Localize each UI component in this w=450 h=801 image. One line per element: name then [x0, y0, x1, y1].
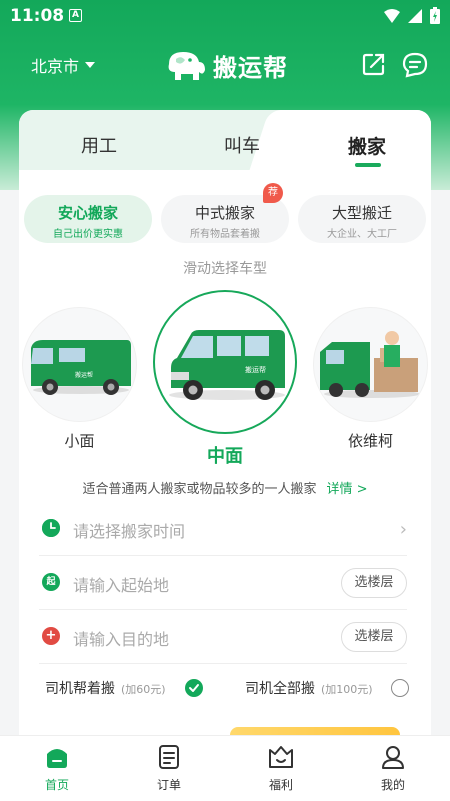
vehicle-medium-van[interactable]: 搬运帮 中面: [153, 290, 297, 468]
a-icon: A: [69, 9, 82, 22]
share-button[interactable]: [362, 52, 386, 80]
swipe-hint: 滑动选择车型: [183, 261, 267, 277]
details-link[interactable]: 详情 >: [326, 482, 367, 497]
message-button[interactable]: [402, 52, 428, 82]
vehicle-small-van[interactable]: 搬运帮 小面: [22, 307, 137, 451]
bottom-nav: 首页 订单 福利 我的: [0, 735, 450, 801]
nav-orders[interactable]: 订单: [139, 744, 199, 793]
status-time: 11:08: [10, 6, 65, 26]
share-icon: [362, 53, 385, 76]
checked-icon[interactable]: [185, 679, 203, 697]
end-point-icon: +: [42, 627, 60, 645]
recommend-badge: 荐: [263, 183, 283, 203]
logo-text: 搬运帮: [213, 54, 288, 82]
home-icon: [47, 749, 67, 768]
message-icon: [402, 52, 428, 78]
start-address-field[interactable]: 起 请输入起始地 选楼层: [39, 556, 407, 610]
vehicle-iveco[interactable]: 依维柯: [313, 307, 428, 451]
end-floor-button[interactable]: 选楼层: [341, 622, 407, 652]
welfare-icon: [269, 746, 293, 768]
status-bar: 11:08 A: [0, 0, 450, 32]
chevron-right-icon: ›: [399, 519, 407, 540]
service-pill-anxin[interactable]: 安心搬家 自己出价更实惠: [24, 195, 152, 243]
option-driver-helps[interactable]: 司机帮着搬 (加60元): [45, 678, 166, 698]
vehicle-description: 适合普通两人搬家或物品较多的一人搬家 详情 >: [82, 482, 368, 497]
small-van-image: 搬运帮: [22, 307, 137, 422]
svg-text:搬运帮: 搬运帮: [245, 365, 266, 374]
end-placeholder: 请输入目的地: [73, 630, 170, 649]
truck-icon: [320, 331, 420, 398]
vehicle-label: 小面: [64, 432, 95, 450]
moving-time-field[interactable]: 请选择搬家时间 ›: [39, 502, 407, 556]
start-floor-button[interactable]: 选楼层: [341, 568, 407, 598]
main-card: 用工 叫车 搬家 安心搬家 自己出价更实惠 中式搬家 所有物品套着搬 荐 大型搬…: [19, 110, 431, 740]
svg-text:搬运帮: 搬运帮: [75, 371, 93, 379]
unchecked-icon[interactable]: [391, 679, 409, 697]
tab-labor[interactable]: 用工: [81, 132, 117, 158]
tab-call-car[interactable]: 叫车: [224, 132, 260, 158]
nav-welfare[interactable]: 福利: [251, 744, 311, 793]
top-bar: 北京市 搬运帮: [0, 40, 450, 90]
battery-icon: [430, 7, 440, 24]
time-placeholder: 请选择搬家时间: [73, 522, 186, 541]
end-address-field[interactable]: + 请输入目的地 选楼层: [39, 610, 407, 664]
vehicle-label: 依维柯: [347, 432, 393, 450]
city-selector[interactable]: 北京市: [31, 53, 96, 77]
option-driver-does-all[interactable]: 司机全部搬 (加100元): [245, 678, 373, 698]
profile-icon: [382, 746, 404, 769]
van-icon: 搬运帮: [169, 330, 285, 400]
medium-van-image: 搬运帮: [153, 290, 297, 434]
main-tabs: 用工 叫车 搬家: [19, 110, 431, 180]
nav-home[interactable]: 首页: [27, 744, 87, 793]
clock-icon: [42, 519, 60, 537]
service-type-selector: 安心搬家 自己出价更实惠 中式搬家 所有物品套着搬 荐 大型搬迁 大企业、大工厂: [24, 183, 426, 245]
app-logo: 搬运帮: [163, 48, 288, 83]
elephant-logo-icon: [168, 51, 205, 80]
help-options: 司机帮着搬 (加60元) 司机全部搬 (加100元): [41, 678, 409, 708]
caret-down-icon: [85, 62, 96, 68]
nav-profile[interactable]: 我的: [363, 744, 423, 793]
active-tab-indicator: [355, 163, 381, 167]
service-pill-zhongshi[interactable]: 中式搬家 所有物品套着搬 荐: [161, 183, 289, 243]
start-point-icon: 起: [42, 573, 60, 591]
city-label: 北京市: [31, 57, 80, 76]
wifi-icon: [384, 8, 400, 23]
tab-moving[interactable]: 搬家: [348, 132, 386, 159]
vehicle-label-selected: 中面: [207, 446, 243, 467]
service-pill-daxing[interactable]: 大型搬迁 大企业、大工厂: [298, 195, 426, 243]
van-icon: 搬运帮: [31, 340, 131, 395]
signal-icon: [408, 8, 422, 23]
start-placeholder: 请输入起始地: [73, 576, 170, 595]
iveco-image: [313, 307, 428, 422]
order-icon: [159, 745, 179, 769]
